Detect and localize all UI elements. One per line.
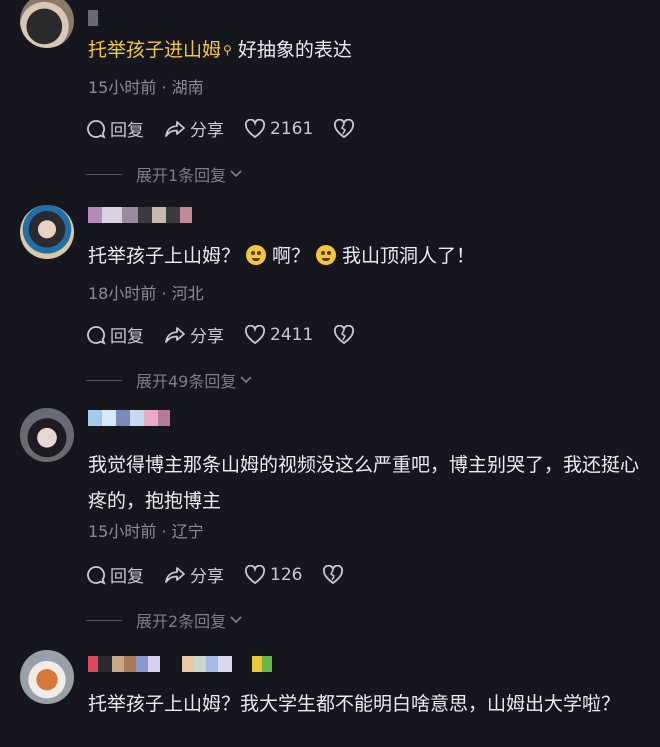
comment-actions: 回复 分享 2411 — [86, 322, 379, 347]
dislike-button[interactable] — [333, 324, 359, 345]
comment-meta: 15小时前 · 辽宁 — [88, 522, 204, 541]
emoji-icon — [246, 245, 267, 265]
nickname-blurred[interactable] — [88, 656, 272, 672]
chevron-down-icon — [230, 170, 242, 178]
search-keyword-link[interactable]: 托举孩子进山姆 — [88, 39, 221, 61]
comment-actions: 回复 分享 2161 — [86, 116, 379, 141]
broken-heart-icon — [334, 324, 355, 344]
share-arrow-icon — [165, 566, 185, 583]
nickname-blurred[interactable] — [88, 410, 170, 426]
divider-line — [86, 173, 122, 175]
nickname-blurred[interactable] — [88, 207, 192, 223]
expand-replies-button[interactable]: 展开49条回复 — [86, 368, 254, 392]
broken-heart-icon — [323, 564, 344, 584]
heart-icon — [244, 324, 266, 344]
share-arrow-icon — [165, 120, 185, 137]
comment-meta: 18小时前 · 河北 — [88, 284, 204, 303]
comment-text: 我觉得博主那条山姆的视频没这么严重吧，博主别哭了，我还挺心疼的，抱抱博主 — [88, 454, 640, 512]
share-button[interactable]: 分享 — [164, 562, 224, 587]
emoji-icon — [316, 245, 337, 265]
share-arrow-icon — [165, 326, 185, 343]
divider-line — [86, 379, 122, 381]
comment-text: 托举孩子上山姆？ 啊？ 我山顶洞人了！ — [88, 245, 476, 267]
avatar[interactable] — [20, 408, 74, 462]
comment-text: 托举孩子进山姆 ⚲ 好抽象的表达 — [88, 39, 352, 61]
share-button[interactable]: 分享 — [164, 322, 224, 347]
nickname-blurred[interactable] — [88, 10, 98, 26]
reply-button[interactable]: 回复 — [86, 116, 144, 141]
expand-replies-label: 展开49条回复 — [136, 372, 237, 391]
comment-actions: 回复 分享 126 — [86, 562, 368, 587]
expand-replies-label: 展开2条回复 — [136, 612, 227, 631]
avatar[interactable] — [20, 0, 74, 48]
broken-heart-icon — [334, 118, 355, 138]
chevron-down-icon — [230, 616, 242, 624]
reply-button[interactable]: 回复 — [86, 322, 144, 347]
expand-replies-label: 展开1条回复 — [136, 166, 227, 185]
like-button[interactable]: 2411 — [244, 324, 313, 345]
avatar[interactable] — [20, 205, 74, 259]
heart-icon — [244, 564, 266, 584]
divider-line — [86, 619, 122, 621]
chevron-down-icon — [240, 376, 252, 384]
comment-bubble-icon — [87, 325, 106, 345]
reply-button[interactable]: 回复 — [86, 562, 144, 587]
search-icon[interactable]: ⚲ — [223, 43, 232, 57]
share-button[interactable]: 分享 — [164, 116, 224, 141]
expand-replies-button[interactable]: 展开1条回复 — [86, 162, 244, 186]
like-button[interactable]: 2161 — [244, 118, 313, 139]
comment-text: 托举孩子上山姆？我大学生都不能明白啥意思，山姆出大学啦？ — [88, 693, 621, 715]
avatar[interactable] — [20, 650, 74, 704]
comment-bubble-icon — [87, 119, 106, 139]
dislike-button[interactable] — [333, 118, 359, 139]
comment-bubble-icon — [87, 565, 106, 585]
dislike-button[interactable] — [322, 564, 348, 585]
comment-meta: 15小时前 · 湖南 — [88, 78, 204, 97]
like-button[interactable]: 126 — [244, 564, 302, 585]
heart-icon — [244, 118, 266, 138]
expand-replies-button[interactable]: 展开2条回复 — [86, 608, 244, 632]
